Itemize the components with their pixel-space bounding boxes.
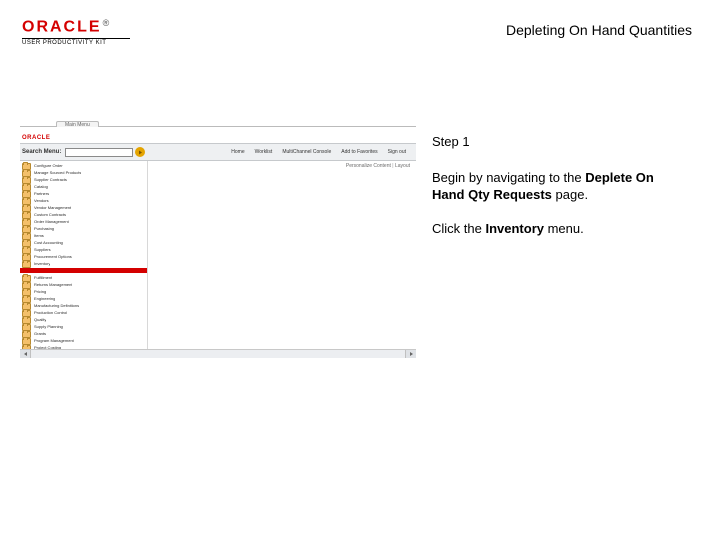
scroll-right-button[interactable] xyxy=(405,350,416,358)
trademark-icon: ® xyxy=(103,18,110,28)
menu-group-top: Configure Order Manage Sourced Products Su… xyxy=(20,163,147,267)
instruction-panel: Step 1 Begin by navigating to the Deplet… xyxy=(432,134,684,255)
menu-item[interactable]: Vendors xyxy=(20,198,147,204)
menu-item[interactable]: Configure Order xyxy=(20,163,147,169)
menu-item-label: Order Management xyxy=(34,220,69,224)
menu-item-label: Fulfillment xyxy=(34,276,52,280)
nav-link[interactable]: MultiChannel Console xyxy=(282,149,331,155)
search-go-button[interactable] xyxy=(135,147,145,157)
menu-item-label: Program Management xyxy=(34,339,74,343)
oracle-logo: ORACLE® USER PRODUCTIVITY KIT xyxy=(22,18,130,46)
menu-item[interactable]: Catalog xyxy=(20,184,147,190)
menu-item[interactable]: Items xyxy=(20,233,147,239)
personalize-links: Personalize Content | Layout xyxy=(346,163,410,169)
page-title: Depleting On Hand Quantities xyxy=(506,22,692,38)
menu-item[interactable]: Production Control xyxy=(20,310,147,316)
menu-item[interactable]: Engineering xyxy=(20,296,147,302)
menu-item-label: Catalog xyxy=(34,185,48,189)
menu-item-label: Supplier Contracts xyxy=(34,178,67,182)
menu-group-bottom: Fulfillment Returns Management Pricing Engi… xyxy=(20,275,147,351)
app-brand: ORACLE xyxy=(22,135,50,141)
menu-item[interactable]: Procurement Options xyxy=(20,254,147,260)
menu-item[interactable]: Suppliers xyxy=(20,247,147,253)
menu-item-label: Grants xyxy=(34,332,46,336)
menu-item[interactable]: Purchasing xyxy=(20,226,147,232)
menu-item-label: Configure Order xyxy=(34,164,63,168)
nav-link[interactable]: Add to Favorites xyxy=(341,149,377,155)
menu-item-label: Engineering xyxy=(34,297,55,301)
menu-item-label: Purchasing xyxy=(34,227,54,231)
menu-item[interactable]: Manage Sourced Products xyxy=(20,170,147,176)
browser-tabbar: Main Menu xyxy=(20,114,416,127)
horizontal-scrollbar[interactable] xyxy=(20,349,416,358)
search-input[interactable] xyxy=(65,148,133,157)
search-label: Search Menu: xyxy=(22,149,61,155)
menu-item[interactable]: Fulfillment xyxy=(20,275,147,281)
menu-item-label: Items xyxy=(34,234,44,238)
menu-item-label: Vendor Management xyxy=(34,206,71,210)
menu-item-label: Inventory xyxy=(34,262,50,266)
menu-item[interactable]: Inventory xyxy=(20,261,147,267)
menu-item-label: Manufacturing Definitions xyxy=(34,304,79,308)
menu-item[interactable]: Quality xyxy=(20,317,147,323)
menu-item[interactable]: Custom Contracts xyxy=(20,212,147,218)
menu-item-label: Production Control xyxy=(34,311,67,315)
logo-divider xyxy=(22,38,130,39)
main-menu-sidebar: Configure Order Manage Sourced Products Su… xyxy=(20,161,148,353)
menu-item[interactable]: Returns Management xyxy=(20,282,147,288)
content-area: Personalize Content | Layout xyxy=(148,161,416,353)
menu-item[interactable]: Supply Planning xyxy=(20,324,147,330)
menu-item[interactable]: Grants xyxy=(20,331,147,337)
nav-link[interactable]: Home xyxy=(231,149,244,155)
menu-item-label: Cost Accounting xyxy=(34,241,63,245)
step-label: Step 1 xyxy=(432,134,684,150)
embedded-screenshot: Main Menu ORACLE Search Menu: Home Workl… xyxy=(20,114,416,358)
menu-item[interactable]: Program Management xyxy=(20,338,147,344)
menu-item-label: Suppliers xyxy=(34,248,51,252)
menu-item-label: Pricing xyxy=(34,290,46,294)
menu-item-label: Custom Contracts xyxy=(34,213,66,217)
instruction-line-2: Click the Inventory menu. xyxy=(432,221,684,237)
menu-item-label: Vendors xyxy=(34,199,49,203)
nav-link[interactable]: Worklist xyxy=(255,149,273,155)
scroll-left-button[interactable] xyxy=(20,350,31,358)
menu-item[interactable]: Partners xyxy=(20,191,147,197)
personalize-content-link[interactable]: Personalize Content xyxy=(346,163,391,169)
nav-link[interactable]: Sign out xyxy=(388,149,406,155)
menu-item-label: Procurement Options xyxy=(34,255,72,259)
personalize-layout-link[interactable]: Layout xyxy=(395,163,410,169)
menu-item-label: Partners xyxy=(34,192,49,196)
menu-item-label: Returns Management xyxy=(34,283,72,287)
menu-item[interactable]: Manufacturing Definitions xyxy=(20,303,147,309)
arrow-right-icon xyxy=(138,150,143,155)
menu-item[interactable]: Cost Accounting xyxy=(20,240,147,246)
inventory-menu-highlight[interactable] xyxy=(20,268,147,273)
menu-item-label: Supply Planning xyxy=(34,325,63,329)
app-toolbar: Search Menu: Home Worklist MultiChannel … xyxy=(20,143,416,161)
menu-item-label: Quality xyxy=(34,318,46,322)
menu-item-label: Manage Sourced Products xyxy=(34,171,81,175)
menu-item[interactable]: Vendor Management xyxy=(20,205,147,211)
folder-icon xyxy=(22,261,31,268)
menu-item[interactable]: Supplier Contracts xyxy=(20,177,147,183)
instruction-line-1: Begin by navigating to the Deplete On Ha… xyxy=(432,170,684,203)
menu-item[interactable]: Pricing xyxy=(20,289,147,295)
logo-wordmark: ORACLE xyxy=(22,18,102,35)
menu-item[interactable]: Order Management xyxy=(20,219,147,225)
logo-subtitle: USER PRODUCTIVITY KIT xyxy=(22,40,130,46)
